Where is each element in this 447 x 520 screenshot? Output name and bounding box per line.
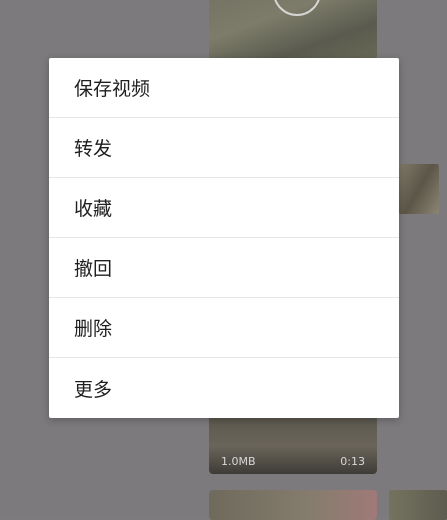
play-icon <box>273 0 321 16</box>
menu-item-delete[interactable]: 删除 <box>49 298 399 358</box>
menu-item-more[interactable]: 更多 <box>49 358 399 418</box>
chat-video-thumbnail: 1.0MB 0:13 <box>209 418 377 474</box>
menu-item-recall[interactable]: 撤回 <box>49 238 399 298</box>
chat-image-thumbnail <box>399 164 439 214</box>
context-menu: 保存视频 转发 收藏 撤回 删除 更多 <box>49 58 399 418</box>
chat-video-thumbnail <box>209 0 377 60</box>
menu-item-save-video[interactable]: 保存视频 <box>49 58 399 118</box>
video-size-label: 1.0MB <box>221 455 256 468</box>
menu-item-favorite[interactable]: 收藏 <box>49 178 399 238</box>
video-duration-label: 0:13 <box>340 455 365 468</box>
menu-item-forward[interactable]: 转发 <box>49 118 399 178</box>
